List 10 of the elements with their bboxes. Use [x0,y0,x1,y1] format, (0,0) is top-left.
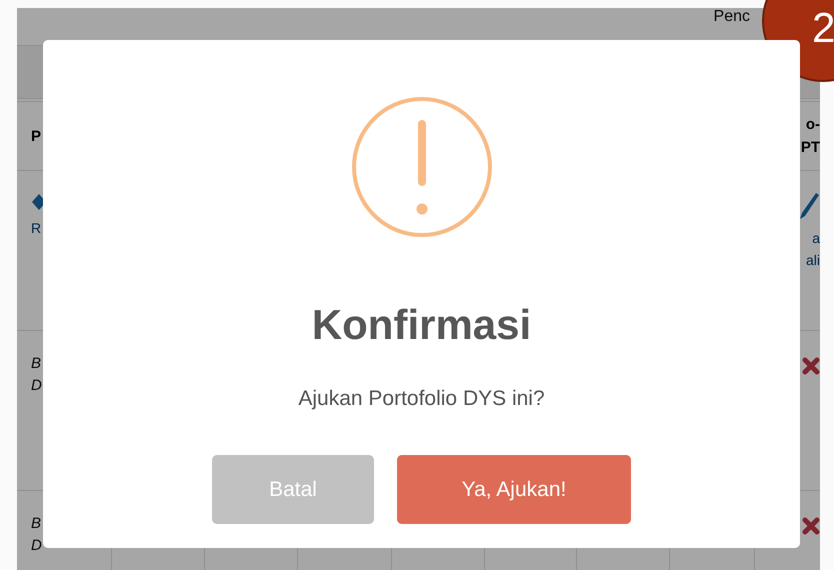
confirm-button[interactable]: Ya, Ajukan! [397,455,631,524]
table-cell-text: B D [31,354,42,396]
table-cell-text: B D [31,514,42,556]
column-header: o- PT [800,115,820,158]
dialog-message: Ajukan Portofolio DYS ini? [298,386,545,412]
dialog-title: Konfirmasi [312,300,532,350]
warning-icon [350,96,492,238]
column-header: P [31,126,42,146]
page-header-text: Penc [714,8,750,26]
cancel-button[interactable]: Batal [212,455,374,524]
